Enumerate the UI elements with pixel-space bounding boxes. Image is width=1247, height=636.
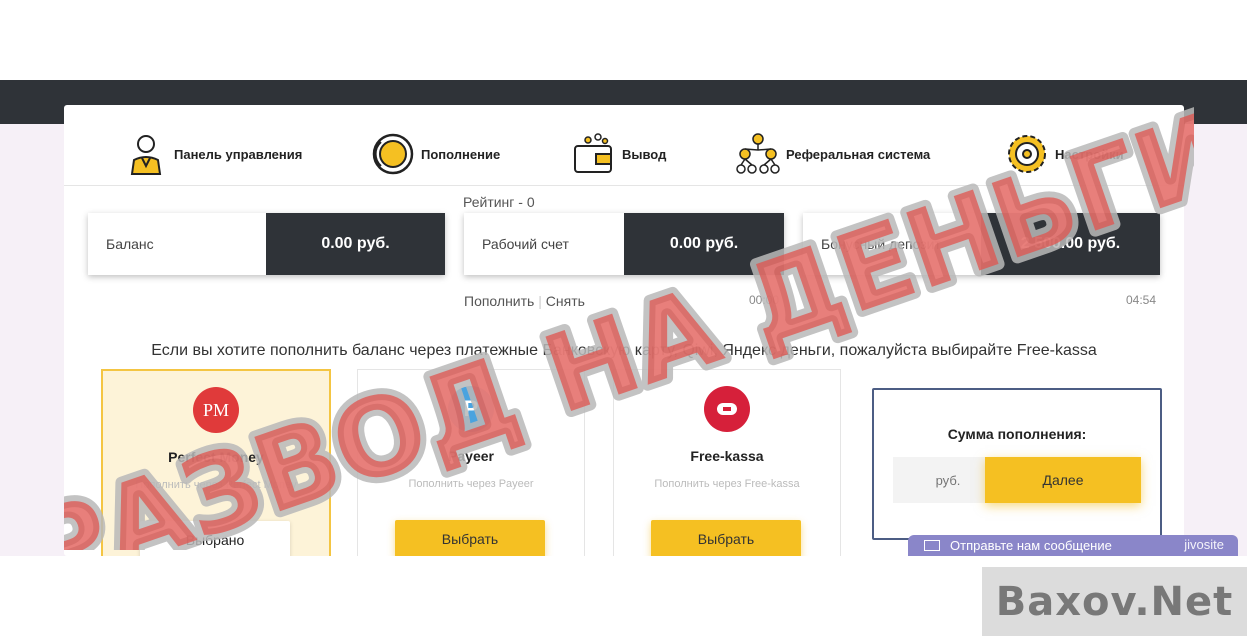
wallet-icon [572,132,616,176]
payeer-logo-icon: P [448,386,494,432]
chat-label: Отправьте нам сообщение [950,538,1112,553]
chat-brand: jivosite [1184,537,1224,552]
nav-label: Пополнение [421,146,501,162]
payment-description: Пополнить через Perfect Money [135,479,297,491]
nav-label: Настройки [1055,146,1124,162]
balance-label: Баланс [88,213,266,275]
select-button[interactable]: Выбрать [651,520,801,558]
free-kassa-logo-icon [704,386,750,432]
payeer-logo-text: P [463,396,479,421]
payment-perfect-money[interactable]: PM Perfect Money Пополнить через Perfect… [101,369,331,573]
select-button[interactable]: Выбрать [395,520,545,558]
bonus-deposit-value: 2 500.00 руб. [981,213,1160,275]
user-icon [124,132,168,176]
perfect-money-logo-text: PM [202,399,229,420]
rating-text: Рейтинг - 0 [463,194,535,210]
nav-label: Панель управления [174,146,303,162]
top-nav: Панель управления Пополнение Вывод Рефер… [64,105,1184,186]
nav-referral[interactable]: Реферальная система [736,131,930,177]
coin-icon [371,132,415,176]
payment-name: Free-kassa [690,448,764,464]
main-card: Панель управления Пополнение Вывод Рефер… [64,105,1184,573]
work-account-box: Рабочий счет 0.00 руб. [464,213,784,275]
payment-free-kassa[interactable]: Free-kassa Пополнить через Free-kassa Вы… [613,369,841,571]
payment-name: Payeer [448,448,494,464]
bonus-deposit-box: Бонусный депозит 2 500.00 руб. [803,213,1160,275]
referral-tree-icon [736,132,780,176]
deposit-amount-panel: Сумма пополнения: Далее [872,388,1162,540]
amount-input[interactable] [893,457,993,503]
work-account-label: Рабочий счет [464,213,624,275]
deposit-instructions: Если вы хотите пополнить баланс через пл… [151,342,1097,359]
timer-work: 00:00 [749,293,780,307]
nav-settings[interactable]: Настройки [1005,131,1124,177]
deposit-link[interactable]: Пополнить [464,293,534,309]
perfect-money-logo-icon: PM [193,387,239,433]
links-divider: | [538,293,546,309]
work-account-value: 0.00 руб. [624,213,784,275]
nav-label: Вывод [622,146,667,162]
nav-label: Реферальная система [786,146,931,162]
withdraw-link[interactable]: Снять [546,293,585,309]
nav-withdraw[interactable]: Вывод [572,131,666,177]
bonus-deposit-label: Бонусный депозит [803,213,981,275]
payment-payeer[interactable]: P Payeer Пополнить через Payeer Выбрать [357,369,585,571]
next-button[interactable]: Далее [985,457,1141,503]
payment-description: Пополнить через Free-kassa [654,478,800,490]
envelope-icon [924,540,940,551]
gear-icon [1005,132,1049,176]
balance-box: Баланс 0.00 руб. [88,213,445,275]
balance-value: 0.00 руб. [266,213,445,275]
chat-widget[interactable]: Отправьте нам сообщение jivosite [908,535,1238,556]
timer-bonus: 04:54 [1126,293,1157,307]
nav-dashboard[interactable]: Панель управления [124,131,302,177]
deposit-amount-title: Сумма пополнения: [947,426,1087,442]
watermark: Baxov.Net [982,567,1247,636]
nav-deposit[interactable]: Пополнение [371,131,500,177]
payment-description: Пополнить через Payeer [408,478,534,490]
account-links: Пополнить | Снять [464,293,585,309]
payment-name: Perfect Money [168,449,264,465]
selected-button[interactable]: Выбрано [140,521,290,559]
